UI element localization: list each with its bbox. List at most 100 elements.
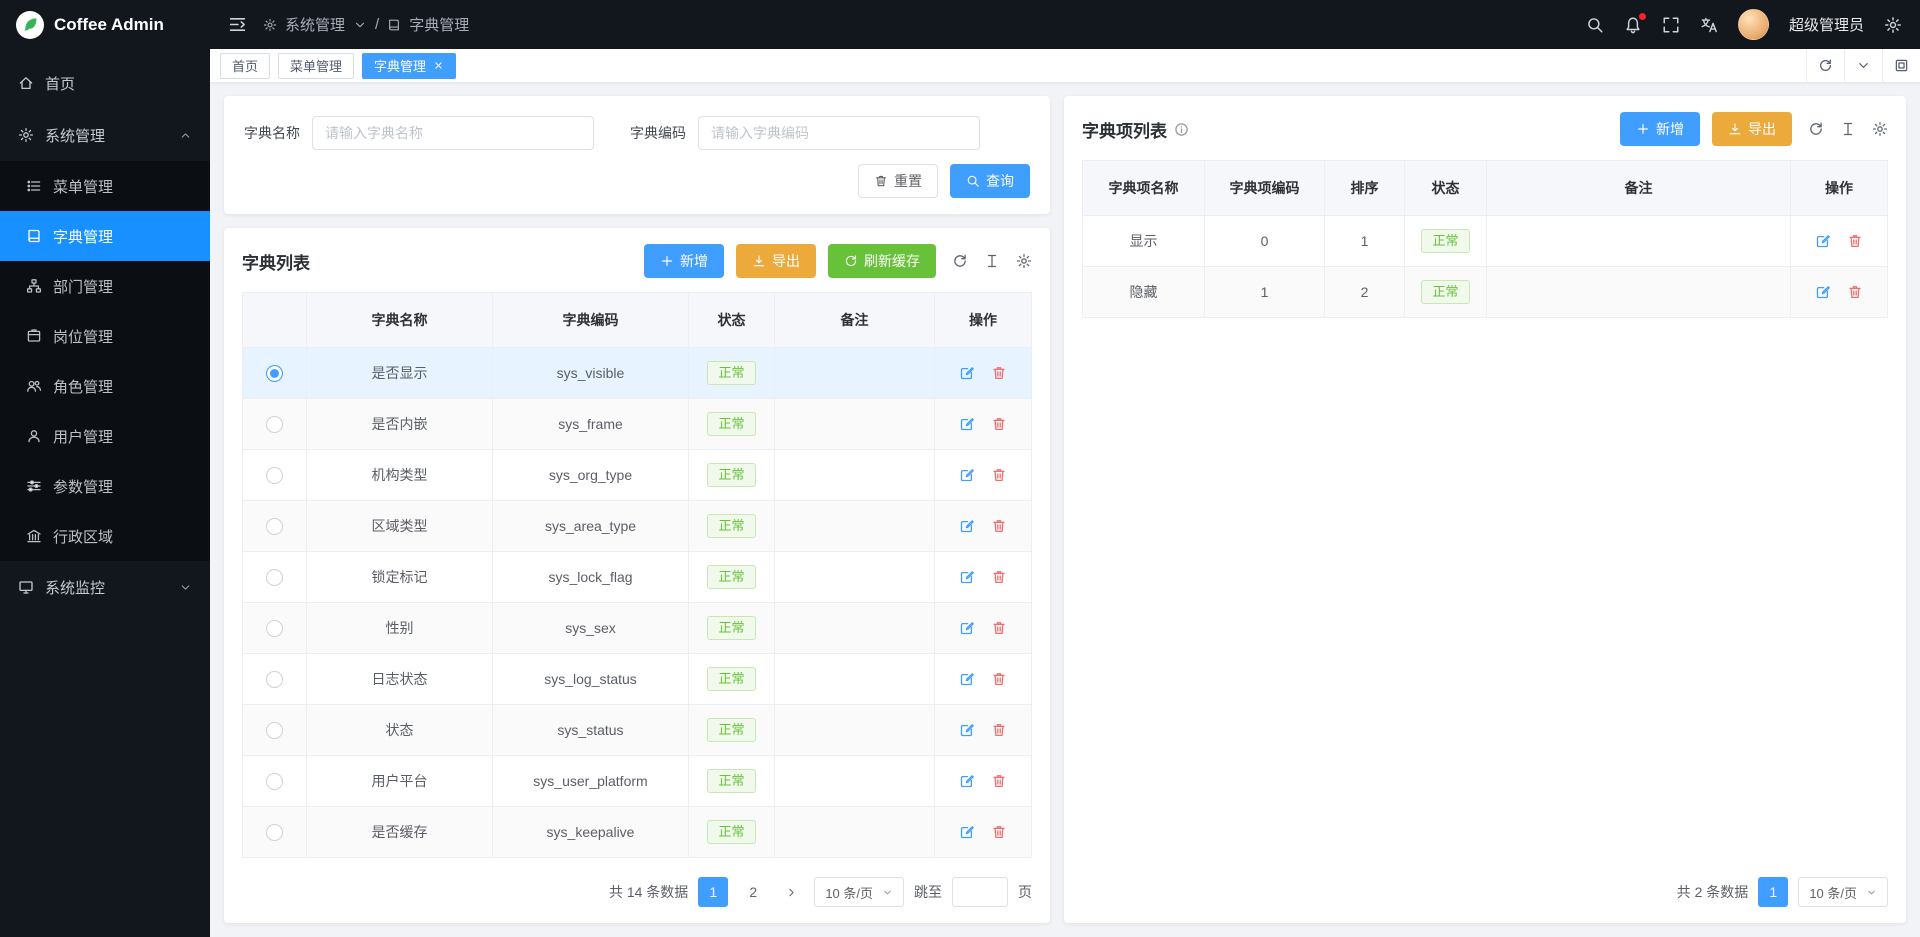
export-button-label: 导出 xyxy=(1748,119,1776,139)
row-radio[interactable] xyxy=(266,365,283,382)
edit-icon[interactable] xyxy=(959,773,975,789)
refresh-tabs-button[interactable] xyxy=(1806,49,1844,82)
row-radio[interactable] xyxy=(266,773,283,790)
column-settings-icon[interactable] xyxy=(1840,121,1856,137)
sidebar-group-system[interactable]: 系统管理 xyxy=(0,109,210,161)
delete-icon[interactable] xyxy=(991,365,1007,381)
edit-icon[interactable] xyxy=(959,620,975,636)
page-button-1[interactable]: 1 xyxy=(1758,877,1788,907)
info-icon[interactable] xyxy=(1174,122,1189,137)
edit-icon[interactable] xyxy=(959,671,975,687)
chevron-down-icon xyxy=(179,581,192,594)
row-radio[interactable] xyxy=(266,671,283,688)
delete-icon[interactable] xyxy=(991,518,1007,534)
status-badge: 正常 xyxy=(1421,229,1469,253)
table-row[interactable]: 状态 sys_status 正常 xyxy=(243,705,1031,756)
sidebar-item-home[interactable]: 首页 xyxy=(0,57,210,109)
refresh-table-icon[interactable] xyxy=(952,253,968,269)
sidebar-item-post-management[interactable]: 岗位管理 xyxy=(0,311,210,361)
table-row[interactable]: 锁定标记 sys_lock_flag 正常 xyxy=(243,552,1031,603)
row-radio[interactable] xyxy=(266,467,283,484)
refresh-table-icon[interactable] xyxy=(1808,121,1824,137)
dict-name-input[interactable] xyxy=(312,116,594,150)
delete-icon[interactable] xyxy=(991,416,1007,432)
settings-gear-icon[interactable] xyxy=(1884,16,1902,34)
page-button-2[interactable]: 2 xyxy=(738,877,768,907)
sidebar-item-admin-region[interactable]: 行政区域 xyxy=(0,511,210,561)
avatar[interactable] xyxy=(1738,9,1769,40)
delete-icon[interactable] xyxy=(991,722,1007,738)
sidebar-item-menu-management[interactable]: 菜单管理 xyxy=(0,161,210,211)
fullscreen-icon[interactable] xyxy=(1662,16,1680,34)
sidebar-item-user-management[interactable]: 用户管理 xyxy=(0,411,210,461)
edit-icon[interactable] xyxy=(1815,233,1831,249)
delete-icon[interactable] xyxy=(991,671,1007,687)
notification-bell-button[interactable] xyxy=(1624,16,1642,34)
delete-icon[interactable] xyxy=(991,569,1007,585)
tab-home[interactable]: 首页 xyxy=(220,53,270,79)
current-user-name[interactable]: 超级管理员 xyxy=(1789,14,1864,35)
edit-icon[interactable] xyxy=(959,518,975,534)
table-row[interactable]: 隐藏 1 2 正常 xyxy=(1083,267,1887,318)
row-radio[interactable] xyxy=(266,620,283,637)
sidebar-item-dept-management[interactable]: 部门管理 xyxy=(0,261,210,311)
table-row[interactable]: 日志状态 sys_log_status 正常 xyxy=(243,654,1031,705)
edit-icon[interactable] xyxy=(959,824,975,840)
row-radio[interactable] xyxy=(266,518,283,535)
close-icon[interactable] xyxy=(433,60,444,71)
delete-icon[interactable] xyxy=(991,773,1007,789)
edit-icon[interactable] xyxy=(959,467,975,483)
edit-icon[interactable] xyxy=(1815,284,1831,300)
jump-page-input[interactable] xyxy=(952,877,1008,907)
table-row[interactable]: 显示 0 1 正常 xyxy=(1083,216,1887,267)
add-dict-button[interactable]: 新增 xyxy=(644,244,724,278)
breadcrumb-root[interactable]: 系统管理 xyxy=(285,14,345,35)
table-settings-gear-icon[interactable] xyxy=(1872,121,1888,137)
edit-icon[interactable] xyxy=(959,416,975,432)
table-row[interactable]: 是否内嵌 sys_frame 正常 xyxy=(243,399,1031,450)
collapse-sidebar-button[interactable] xyxy=(228,15,247,34)
brand[interactable]: Coffee Admin xyxy=(0,0,210,49)
export-dict-item-button[interactable]: 导出 xyxy=(1712,112,1792,146)
sidebar-item-role-management[interactable]: 角色管理 xyxy=(0,361,210,411)
row-radio[interactable] xyxy=(266,569,283,586)
edit-icon[interactable] xyxy=(959,722,975,738)
reset-button[interactable]: 重置 xyxy=(858,164,938,198)
add-dict-item-button[interactable]: 新增 xyxy=(1620,112,1700,146)
tab-menu-management[interactable]: 菜单管理 xyxy=(278,53,354,79)
sidebar-group-monitor[interactable]: 系统监控 xyxy=(0,561,210,613)
table-row[interactable]: 区域类型 sys_area_type 正常 xyxy=(243,501,1031,552)
row-radio[interactable] xyxy=(266,416,283,433)
export-dict-button[interactable]: 导出 xyxy=(736,244,816,278)
page-size-select[interactable]: 10 条/页 xyxy=(1798,877,1888,907)
dict-code-input[interactable] xyxy=(698,116,980,150)
table-settings-gear-icon[interactable] xyxy=(1016,253,1032,269)
content-fullscreen-button[interactable] xyxy=(1882,49,1920,82)
column-settings-icon[interactable] xyxy=(984,253,1000,269)
refresh-cache-button[interactable]: 刷新缓存 xyxy=(828,244,936,278)
translate-icon[interactable] xyxy=(1700,16,1718,34)
search-icon[interactable] xyxy=(1586,16,1604,34)
edit-icon[interactable] xyxy=(959,365,975,381)
sidebar-item-param-management[interactable]: 参数管理 xyxy=(0,461,210,511)
row-radio[interactable] xyxy=(266,722,283,739)
table-row[interactable]: 用户平台 sys_user_platform 正常 xyxy=(243,756,1031,807)
table-row[interactable]: 是否显示 sys_visible 正常 xyxy=(243,348,1031,399)
delete-icon[interactable] xyxy=(991,620,1007,636)
next-page-button[interactable] xyxy=(778,877,804,907)
tab-actions-dropdown[interactable] xyxy=(1844,49,1882,82)
table-row[interactable]: 是否缓存 sys_keepalive 正常 xyxy=(243,807,1031,858)
delete-icon[interactable] xyxy=(991,824,1007,840)
delete-icon[interactable] xyxy=(1847,233,1863,249)
page-size-select[interactable]: 10 条/页 xyxy=(814,877,904,907)
sidebar-item-dict-management[interactable]: 字典管理 xyxy=(0,211,210,261)
delete-icon[interactable] xyxy=(991,467,1007,483)
table-row[interactable]: 性别 sys_sex 正常 xyxy=(243,603,1031,654)
query-button[interactable]: 查询 xyxy=(950,164,1030,198)
delete-icon[interactable] xyxy=(1847,284,1863,300)
page-button-1[interactable]: 1 xyxy=(698,877,728,907)
tab-dict-management[interactable]: 字典管理 xyxy=(362,53,456,79)
table-row[interactable]: 机构类型 sys_org_type 正常 xyxy=(243,450,1031,501)
row-radio[interactable] xyxy=(266,824,283,841)
edit-icon[interactable] xyxy=(959,569,975,585)
